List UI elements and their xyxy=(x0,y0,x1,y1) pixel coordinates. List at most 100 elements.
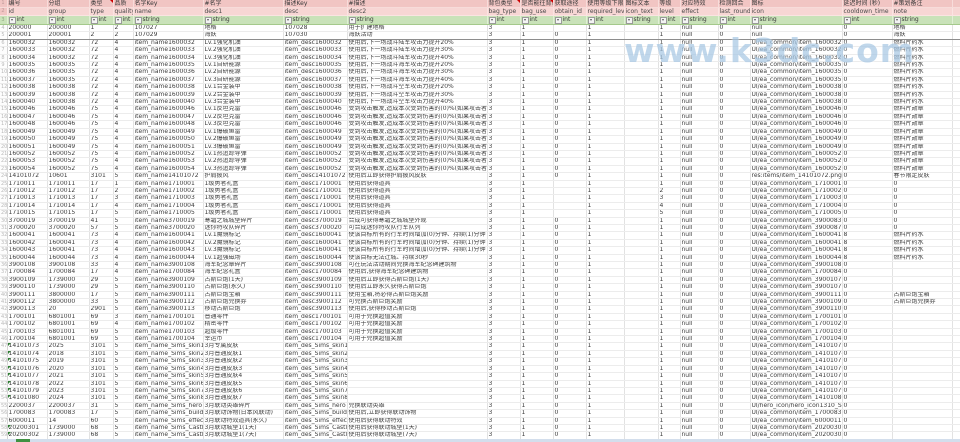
cell-id[interactable]: 1700084 xyxy=(7,269,47,276)
row-number[interactable]: 47 xyxy=(0,343,7,350)
cell-id[interactable]: 1700104 xyxy=(7,336,47,343)
cell-icon[interactable]: UI/ea_common/item_1600041 xyxy=(750,247,842,254)
cell-note[interactable] xyxy=(892,328,952,335)
cell-obtain_id[interactable]: 0 xyxy=(553,269,586,276)
cell-name_cn[interactable]: Lv.1反坦克雷 xyxy=(203,106,283,113)
col-field-last_round[interactable]: last_round xyxy=(718,8,750,16)
cell-type[interactable]: 68 xyxy=(89,424,113,431)
cell-cooldown_time[interactable]: 0 xyxy=(842,224,892,231)
col-type-bag_type[interactable]: ▾int xyxy=(487,16,520,25)
cell-obtain_id[interactable]: 0 xyxy=(553,217,586,224)
cell-cooldown_time[interactable]: 0 xyxy=(842,321,892,328)
cell-name_key[interactable]: item_name1600050 xyxy=(133,136,203,143)
cell-name_key[interactable]: item_name1600049 xyxy=(133,128,203,135)
cell-icon_text[interactable] xyxy=(624,128,658,135)
cell-effect[interactable]: null xyxy=(680,410,718,417)
cell-type[interactable]: 75 xyxy=(89,136,113,143)
cell-name_key[interactable]: item_name1710001 xyxy=(133,180,203,187)
cell-icon[interactable]: UI/ea_common/item_14101073 xyxy=(750,343,842,350)
cell-required_level[interactable]: 1 xyxy=(586,424,624,431)
cell-type[interactable]: 73 xyxy=(89,247,113,254)
cell-name_key[interactable]: item_name1600042 xyxy=(133,239,203,246)
empty-cell[interactable] xyxy=(952,247,960,254)
cell-desc_cn[interactable]: 使用后,下一场战斗空军攻击力提升20% xyxy=(347,84,487,91)
cell-note[interactable]: 燃料片勋章 xyxy=(892,128,952,135)
cell-type[interactable]: 1 xyxy=(89,25,113,32)
cell-required_level[interactable]: 1 xyxy=(586,410,624,417)
cell-icon_text[interactable] xyxy=(624,321,658,328)
cell-desc_key[interactable]: item_desc1700103 xyxy=(283,328,347,335)
cell-level[interactable]: 1 xyxy=(658,25,680,32)
cell-id[interactable]: 1600044 xyxy=(7,254,47,261)
cell-name_cn[interactable]: 古斯巨炮(1天) xyxy=(203,276,283,283)
cell-required_level[interactable]: 1 xyxy=(586,291,624,298)
cell-icon_text[interactable] xyxy=(624,121,658,128)
cell-bag_type[interactable]: 3 xyxy=(487,239,520,246)
cell-group[interactable]: 2018 xyxy=(47,350,89,357)
cell-name_key[interactable]: item_name1600035 xyxy=(133,62,203,69)
cell-bag_type[interactable]: 3 xyxy=(487,313,520,320)
cell-type[interactable]: 3101 xyxy=(89,387,113,394)
cell-desc_key[interactable]: item_desc1600049 xyxy=(283,128,347,135)
cell-icon[interactable]: UI/ea_common/item_1600035 xyxy=(750,62,842,69)
cell-group[interactable]: 1600046 xyxy=(47,113,89,120)
col-header-required_level[interactable]: 使用等级下限 xyxy=(586,0,624,8)
cell-desc_cn[interactable]: 受到攻击触发,造成本次受到伤害的(0)%(如果攻击者是海军,则伤害翻倍),每场战… xyxy=(347,136,487,143)
cell-bag_use[interactable]: 1 xyxy=(520,254,553,261)
cell-quality[interactable]: 4 xyxy=(113,321,133,328)
cell-name_cn[interactable]: Lv.2热追踪导弹 xyxy=(203,158,283,165)
cell-name_cn[interactable]: Lv.1爆破鱼雷 xyxy=(203,128,283,135)
col-header-type[interactable]: 类型 xyxy=(89,0,113,8)
cell-bag_type[interactable]: 3 xyxy=(487,395,520,402)
cell-required_level[interactable]: 1 xyxy=(586,217,624,224)
col-header-effect[interactable]: 对应特效 xyxy=(680,0,718,8)
row-number[interactable]: 20 xyxy=(0,143,7,150)
cell-last_round[interactable]: 0 xyxy=(718,47,750,54)
cell-icon_text[interactable] xyxy=(624,395,658,402)
cell-name_cn[interactable]: 3月普通皮肤4 xyxy=(203,373,283,380)
cell-last_round[interactable]: 0 xyxy=(718,402,750,409)
cell-name_cn[interactable]: 3月普通皮肤6 xyxy=(203,387,283,394)
cell-icon[interactable]: UI/ea_common/item_3900111 xyxy=(750,291,842,298)
cell-name_key[interactable]: item_name14101072 xyxy=(133,173,203,180)
cell-note[interactable]: 燃料片药水 xyxy=(892,91,952,98)
cell-bag_use[interactable]: 1 xyxy=(520,417,553,424)
filter-dropdown-icon[interactable]: ▾ xyxy=(489,17,496,24)
cell-last_round[interactable]: 0 xyxy=(718,350,750,357)
cell-last_round[interactable]: 0 xyxy=(718,284,750,291)
cell-bag_type[interactable]: 3 xyxy=(487,365,520,372)
cell-bag_type[interactable]: 3 xyxy=(487,39,520,46)
cell-obtain_id[interactable]: 0 xyxy=(553,343,586,350)
cell-level[interactable]: 1 xyxy=(658,91,680,98)
cell-group[interactable]: 3800000 xyxy=(47,299,89,306)
cell-effect[interactable]: null xyxy=(680,358,718,365)
cell-required_level[interactable]: 1 xyxy=(586,121,624,128)
cell-icon[interactable]: UI/ea_common/item_1600046 xyxy=(750,121,842,128)
cell-required_level[interactable]: 1 xyxy=(586,187,624,194)
cell-icon_text[interactable] xyxy=(624,291,658,298)
cell-required_level[interactable]: 1 xyxy=(586,224,624,231)
cell-level[interactable]: 1 xyxy=(658,424,680,431)
row-number[interactable]: 29 xyxy=(0,210,7,217)
cell-obtain_id[interactable]: 0 xyxy=(553,321,586,328)
empty-cell[interactable] xyxy=(952,47,960,54)
cell-last_round[interactable]: 0 xyxy=(718,143,750,150)
cell-bag_use[interactable]: 1 xyxy=(520,224,553,231)
row-number[interactable]: 31 xyxy=(0,224,7,231)
cell-cooldown_time[interactable]: 0 xyxy=(842,402,892,409)
cell-group[interactable]: 1600041 xyxy=(47,247,89,254)
empty-cell[interactable] xyxy=(952,54,960,61)
cell-desc_cn[interactable]: 使用后,下一场战斗海军攻击力提升40% xyxy=(347,76,487,83)
col-header-desc_cn[interactable]: #描述 xyxy=(347,0,487,8)
cell-desc_key[interactable]: item_desc1600049 xyxy=(283,143,347,150)
cell-name_cn[interactable]: Lv.1强化机油 xyxy=(203,39,283,46)
cell-last_round[interactable]: 0 xyxy=(718,195,750,202)
cell-desc_key[interactable]: item_desc1710001 xyxy=(283,180,347,187)
cell-desc_cn[interactable]: 受到攻击触发,造成本次受到伤害的(0)%(如果攻击者是海军,则伤害翻倍),每场战… xyxy=(347,128,487,135)
filter-dropdown-icon[interactable]: ▾ xyxy=(894,17,901,24)
cell-desc_key[interactable]: item_desc3700019 xyxy=(283,217,347,224)
cell-bag_use[interactable]: 1 xyxy=(520,276,553,283)
cell-group[interactable]: 1600038 xyxy=(47,91,89,98)
cell-bag_type[interactable]: 3 xyxy=(487,121,520,128)
cell-type[interactable]: 31 xyxy=(89,402,113,409)
